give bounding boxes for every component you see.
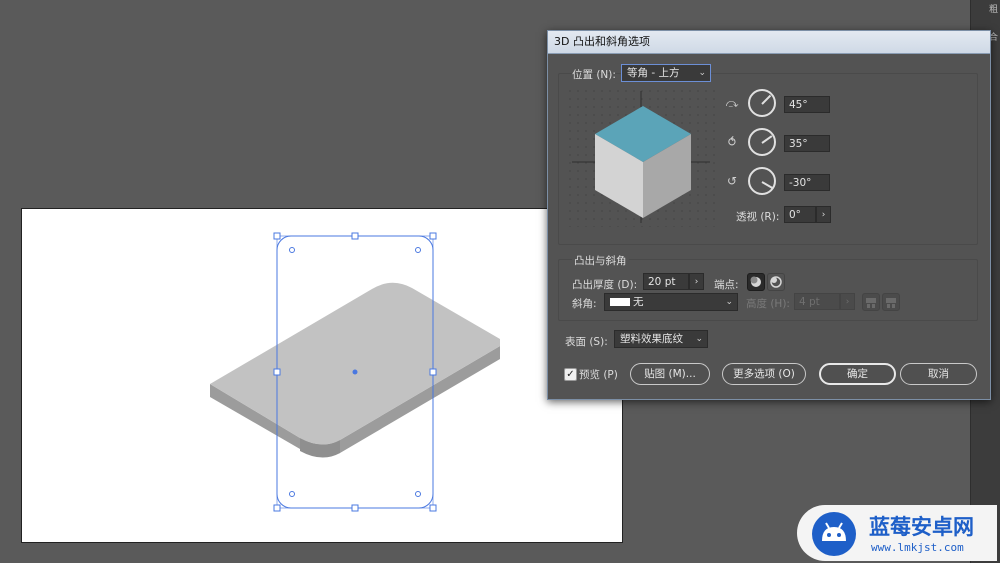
artboard[interactable] bbox=[21, 208, 623, 543]
chevron-down-icon: ⌄ bbox=[695, 334, 703, 344]
resize-handle bbox=[351, 504, 359, 512]
rotate-y-field[interactable]: 35° bbox=[784, 135, 830, 152]
rotate-x-field[interactable]: 45° bbox=[784, 96, 830, 113]
resize-handle bbox=[429, 504, 437, 512]
canvas-artwork[interactable] bbox=[22, 209, 622, 542]
rotate-z-axis-icon: ↺ bbox=[726, 174, 738, 188]
rotate-z-dial[interactable] bbox=[748, 167, 776, 195]
bevel-select-value: 无 bbox=[633, 296, 644, 308]
watermark-title: 蓝莓安卓网 bbox=[869, 515, 974, 539]
bevel-extent-out-button[interactable] bbox=[882, 293, 900, 311]
preview-checkbox[interactable]: ✓ bbox=[564, 368, 577, 381]
surface-label: 表面 (S): bbox=[565, 336, 608, 348]
center-point bbox=[352, 369, 358, 375]
resize-handle bbox=[273, 232, 281, 240]
rotate-x-dial[interactable] bbox=[748, 89, 776, 117]
position-select-value: 等角 - 上方 bbox=[627, 67, 680, 79]
bevel-label: 斜角: bbox=[572, 298, 597, 310]
resize-handle bbox=[429, 232, 437, 240]
perspective-label: 透视 (R): bbox=[736, 211, 780, 223]
surface-select-value: 塑料效果底纹 bbox=[620, 333, 683, 345]
watermark-badge: 蓝莓安卓网 www.lmkjst.com bbox=[797, 505, 997, 561]
chevron-down-icon: ⌄ bbox=[725, 297, 733, 307]
rotate-z-field[interactable]: -30° bbox=[784, 174, 830, 191]
chevron-down-icon: ⌄ bbox=[698, 68, 706, 78]
preview-label: 预览 (P) bbox=[579, 369, 618, 381]
3d-extrude-bevel-dialog: 3D 凸出和斜角选项 位置 (N): 等角 - 上方 ⌄ ⤼ 45° ⥀ 35°… bbox=[547, 30, 991, 400]
bevel-height-label: 高度 (H): bbox=[746, 298, 790, 310]
extrude-bevel-section-title: 凸出与斜角 bbox=[572, 253, 629, 268]
surface-select[interactable]: 塑料效果底纹 ⌄ bbox=[614, 330, 708, 348]
perspective-slider-button[interactable]: › bbox=[816, 206, 831, 223]
extrude-depth-slider-button[interactable]: › bbox=[689, 273, 704, 290]
rotate-y-dial[interactable] bbox=[748, 128, 776, 156]
cube-preview-track[interactable] bbox=[566, 87, 716, 227]
bevel-select[interactable]: 无 ⌄ bbox=[604, 293, 738, 311]
cap-off-button[interactable] bbox=[767, 273, 785, 291]
android-logo-icon bbox=[812, 512, 856, 556]
more-options-button[interactable]: 更多选项 (O) bbox=[722, 363, 806, 385]
resize-handle bbox=[351, 232, 359, 240]
extrude-depth-field[interactable]: 20 pt bbox=[643, 273, 689, 290]
cap-on-button[interactable] bbox=[747, 273, 765, 291]
bevel-height-slider-button[interactable]: › bbox=[840, 293, 855, 310]
position-label: 位置 (N): bbox=[572, 69, 616, 81]
resize-handle bbox=[429, 368, 437, 376]
bevel-extent-in-button[interactable] bbox=[862, 293, 880, 311]
bevel-height-field[interactable]: 4 pt bbox=[794, 293, 840, 310]
perspective-field[interactable]: 0° bbox=[784, 206, 816, 223]
map-art-button[interactable]: 贴图 (M)... bbox=[630, 363, 710, 385]
bevel-swatch bbox=[610, 298, 630, 306]
position-select[interactable]: 等角 - 上方 ⌄ bbox=[621, 64, 711, 82]
rotate-y-axis-icon: ⥀ bbox=[727, 135, 737, 149]
resize-handle bbox=[273, 368, 281, 376]
dialog-title[interactable]: 3D 凸出和斜角选项 bbox=[548, 31, 990, 54]
rotate-x-axis-icon: ⤼ bbox=[725, 96, 739, 110]
cap-label: 端点: bbox=[714, 279, 739, 291]
cancel-button[interactable]: 取消 bbox=[900, 363, 977, 385]
watermark-url: www.lmkjst.com bbox=[871, 541, 964, 554]
resize-handle bbox=[273, 504, 281, 512]
cube-preview[interactable] bbox=[566, 87, 716, 227]
panel-tab-label[interactable]: 粗 bbox=[989, 2, 998, 15]
ok-button[interactable]: 确定 bbox=[819, 363, 896, 385]
extrude-depth-label: 凸出厚度 (D): bbox=[572, 279, 638, 291]
